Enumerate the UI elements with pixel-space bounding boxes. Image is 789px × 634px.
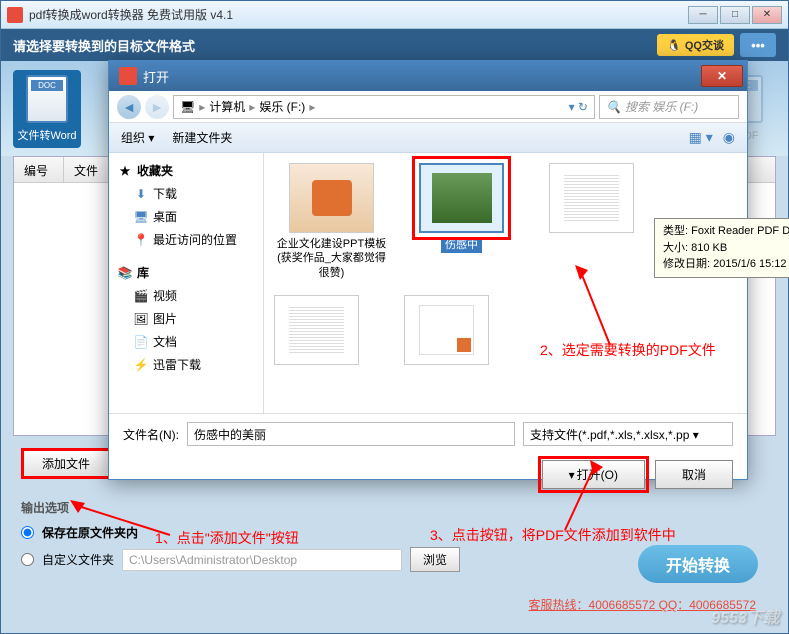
doc-thumb (549, 163, 634, 233)
doc-thumb2 (274, 295, 359, 365)
file-filter-select[interactable]: 支持文件(*.pdf,*.xls,*.xlsx,*.pp ▾ (523, 422, 733, 446)
qq-icon: 🐧 (667, 39, 681, 52)
tree-downloads[interactable]: ⬇下载 (113, 182, 259, 205)
file-doc3[interactable] (389, 295, 504, 365)
new-folder-button[interactable]: 新建文件夹 (172, 129, 232, 146)
dialog-title-bar: 打开 ✕ (109, 61, 747, 91)
window-title: pdf转换成word转换器 免费试用版 v4.1 (29, 6, 688, 23)
close-button[interactable]: ✕ (752, 6, 782, 24)
tree-documents[interactable]: 📄文档 (113, 330, 259, 353)
dialog-title: 打开 (143, 67, 701, 86)
dialog-close-button[interactable]: ✕ (701, 65, 743, 87)
maximize-button[interactable]: □ (720, 6, 750, 24)
tree-favorites[interactable]: ★收藏夹 (113, 159, 259, 182)
arrow-3 (555, 455, 615, 535)
subtitle-bar: 请选择要转换到的目标文件格式 🐧 QQ交谈 ••• (1, 29, 788, 61)
dialog-toolbar: 组织 ▾ 新建文件夹 ▦ ▾ ◉ (109, 123, 747, 153)
tree-thunder[interactable]: ⚡迅雷下载 (113, 353, 259, 376)
breadcrumb[interactable]: 🖥 ▸ 计算机 ▸ 娱乐 (F:) ▸ ▾ ↻ (173, 95, 595, 119)
view-mode-button[interactable]: ▦ ▾ (689, 129, 713, 146)
browse-button[interactable]: 浏览 (410, 547, 460, 572)
open-file-dialog: 打开 ✕ ◄ ► 🖥 ▸ 计算机 ▸ 娱乐 (F:) ▸ ▾ ↻ 🔍 搜索 娱乐… (108, 60, 748, 480)
help-button[interactable]: ◉ (723, 129, 735, 146)
tree-video[interactable]: 🎬视频 (113, 284, 259, 307)
nav-back-button[interactable]: ◄ (117, 95, 141, 119)
annotation-step2: 2、选定需要转换的PDF文件 (540, 340, 716, 360)
file-ppt[interactable]: 企业文化建设PPT模板(获奖作品_大家都觉得很赞) (274, 163, 389, 280)
filename-label: 文件名(N): (123, 426, 179, 443)
app-icon (7, 7, 23, 23)
minimize-button[interactable]: ─ (688, 6, 718, 24)
start-convert-button[interactable]: 开始转换 (638, 545, 758, 583)
doc-thumb3 (404, 295, 489, 365)
search-input[interactable]: 🔍 搜索 娱乐 (F:) (599, 95, 739, 119)
format-word[interactable]: 文件转Word (13, 70, 81, 148)
tree-pictures[interactable]: 🖼图片 (113, 307, 259, 330)
menu-button[interactable]: ••• (740, 33, 776, 57)
subtitle-text: 请选择要转换到的目标文件格式 (13, 36, 195, 55)
dialog-nav-bar: ◄ ► 🖥 ▸ 计算机 ▸ 娱乐 (F:) ▸ ▾ ↻ 🔍 搜索 娱乐 (F:) (109, 91, 747, 123)
selected-thumb (419, 163, 504, 233)
title-bar: pdf转换成word转换器 免费试用版 v4.1 ─ □ ✕ (1, 1, 788, 29)
organize-menu[interactable]: 组织 ▾ (121, 129, 154, 146)
annotation-step3: 3、点击按钮，将PDF文件添加到软件中 (430, 525, 676, 545)
nav-forward-button[interactable]: ► (145, 95, 169, 119)
file-tooltip: 类型: Foxit Reader PDF Document 大小: 810 KB… (654, 218, 789, 278)
tree-recent[interactable]: 📍最近访问的位置 (113, 228, 259, 251)
arrow-2 (570, 260, 650, 350)
radio-custom-folder[interactable] (21, 553, 34, 566)
tree-desktop[interactable]: 🖥桌面 (113, 205, 259, 228)
filename-input[interactable] (187, 422, 515, 446)
file-doc2[interactable] (259, 295, 374, 365)
add-file-button[interactable]: 添加文件 (21, 448, 111, 479)
radio-original-folder[interactable] (21, 526, 34, 539)
tree-library[interactable]: 📚库 (113, 261, 259, 284)
search-icon: 🔍 (606, 100, 621, 114)
dialog-icon (119, 67, 137, 85)
ppt-thumb (289, 163, 374, 233)
path-input[interactable] (122, 549, 402, 571)
word-icon (26, 75, 68, 123)
dialog-file-list: 企业文化建设PPT模板(获奖作品_大家都觉得很赞) 伤感中 (264, 153, 747, 413)
dialog-cancel-button[interactable]: 取消 (655, 460, 733, 489)
file-selected-pdf[interactable]: 伤感中 (404, 163, 519, 280)
col-number: 编号 (14, 157, 64, 182)
annotation-step1: 1、点击"添加文件"按钮 (155, 528, 299, 548)
dialog-footer: 文件名(N): 支持文件(*.pdf,*.xls,*.xlsx,*.pp ▾ (109, 413, 747, 454)
qq-chat-button[interactable]: 🐧 QQ交谈 (657, 34, 734, 56)
computer-icon: 🖥 (180, 100, 195, 114)
watermark: 9553下载 (711, 604, 779, 628)
dialog-sidebar: ★收藏夹 ⬇下载 🖥桌面 📍最近访问的位置 📚库 🎬视频 🖼图片 📄文档 ⚡迅雷… (109, 153, 264, 413)
label-custom-folder: 自定义文件夹 (42, 551, 114, 568)
